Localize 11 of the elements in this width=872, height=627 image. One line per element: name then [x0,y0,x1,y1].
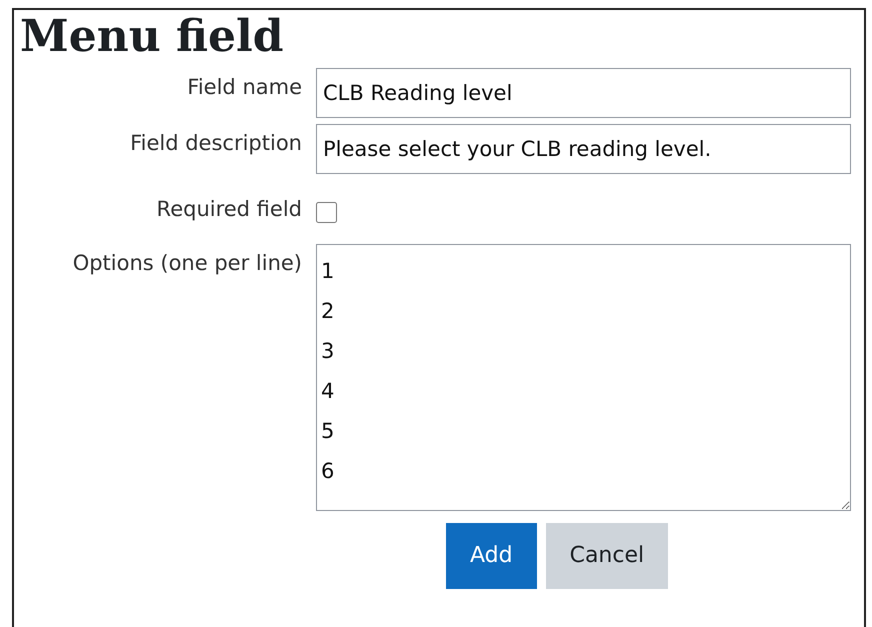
input-field[interactable]: Please select your CLB reading level. [316,124,851,174]
input-field[interactable]: CLB Reading level [316,68,851,118]
field-label: Options (one per line) [72,250,303,276]
page-heading: Menu field [20,10,284,64]
options-field[interactable]: 1 2 3 4 5 6 [316,244,851,510]
cancel-button[interactable]: Cancel [546,522,668,588]
checkbox[interactable] [316,202,337,223]
field-label: Field description [129,130,303,157]
field-label: Field name [186,74,303,101]
field-label: Required field [156,196,303,223]
add-button[interactable]: Add [446,522,537,588]
